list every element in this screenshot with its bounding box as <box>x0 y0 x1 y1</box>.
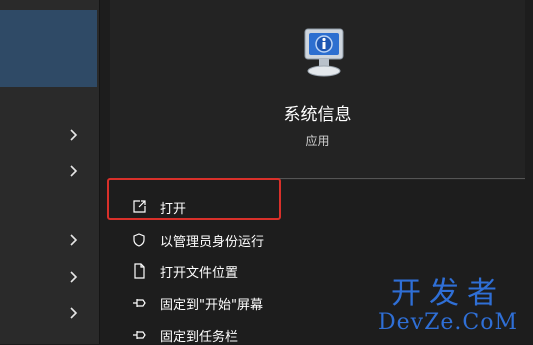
pin-icon <box>130 294 148 312</box>
file-location-icon <box>130 262 148 280</box>
run-as-admin-label: 以管理员身份运行 <box>160 234 265 250</box>
watermark: 开发者 DevZe.CoM <box>373 278 523 336</box>
watermark-en: DevZe.CoM <box>378 310 518 335</box>
chevron-right-icon[interactable] <box>66 233 80 247</box>
run-as-admin-action[interactable]: 以管理员身份运行 <box>130 230 460 250</box>
selected-result[interactable] <box>0 10 97 87</box>
shield-icon <box>130 231 148 249</box>
chevron-right-icon[interactable] <box>66 164 80 178</box>
app-type: 应用 <box>305 134 330 148</box>
chevron-right-icon[interactable] <box>66 270 80 284</box>
pin-to-start-label: 固定到"开始"屏幕 <box>160 297 263 313</box>
search-results-list <box>0 0 99 344</box>
pin-to-taskbar-label: 固定到任务栏 <box>160 329 239 345</box>
system-info-icon <box>299 27 349 79</box>
open-file-location-label: 打开文件位置 <box>160 265 239 281</box>
chevron-right-icon[interactable] <box>66 306 80 320</box>
highlight-box <box>107 178 281 220</box>
app-title: 系统信息 <box>283 105 352 125</box>
pin-icon <box>130 326 148 344</box>
app-header: 系统信息 应用 <box>110 0 525 180</box>
watermark-cn: 开发者 <box>391 276 505 311</box>
chevron-right-icon[interactable] <box>66 128 80 142</box>
